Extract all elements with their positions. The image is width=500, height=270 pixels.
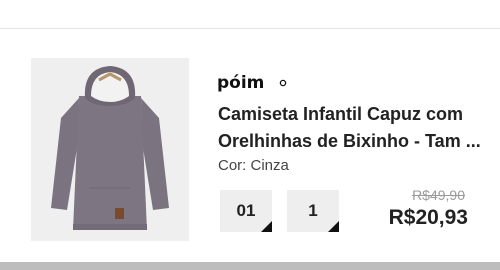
size-value: 01 xyxy=(236,201,256,220)
hoodie-illustration xyxy=(31,58,189,241)
poim-logo-icon: póim xyxy=(217,73,287,93)
size-selector[interactable]: 01 xyxy=(220,190,272,232)
product-color: Cor: Cinza xyxy=(218,157,289,174)
quantity-value: 1 xyxy=(308,201,318,220)
brand-logo: póim xyxy=(216,70,290,94)
top-divider xyxy=(0,28,500,29)
quantity-selector[interactable]: 1 xyxy=(287,190,339,232)
old-price: R$49,90 xyxy=(412,187,465,203)
current-price: R$20,93 xyxy=(388,206,468,229)
product-title-line-1: Camiseta Infantil Capuz com xyxy=(218,104,464,124)
bottom-bar xyxy=(0,262,500,270)
product-image[interactable] xyxy=(31,58,189,241)
corner-triangle-icon xyxy=(261,221,272,232)
product-title-line-2: Orelhinhas de Bixinho - Tam ... xyxy=(218,131,481,151)
svg-text:póim: póim xyxy=(217,73,264,93)
corner-triangle-icon xyxy=(328,221,339,232)
product-title[interactable]: Camiseta Infantil Capuz com Orelhinhas d… xyxy=(218,101,486,155)
